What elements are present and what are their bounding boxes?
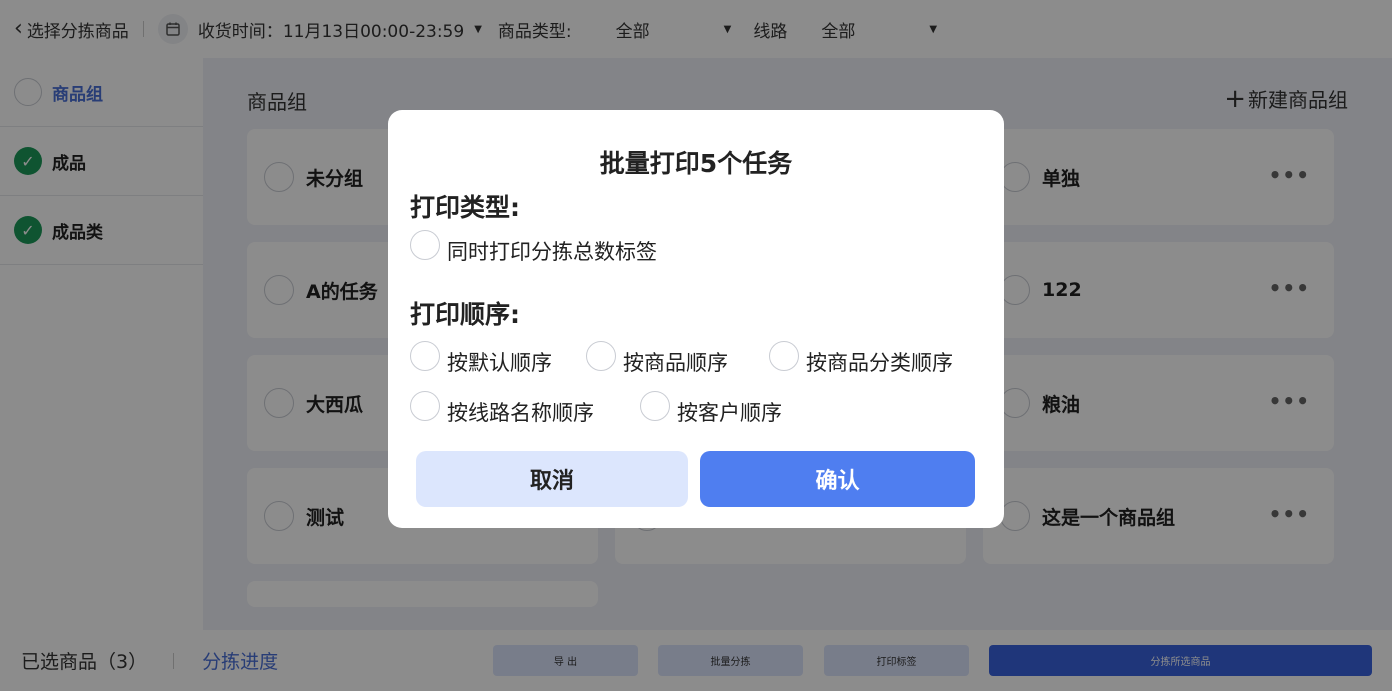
option-label: 同时打印分拣总数标签 [447, 240, 657, 264]
print-total-label-option[interactable]: 同时打印分拣总数标签 [410, 230, 657, 266]
radio-icon[interactable] [769, 341, 799, 371]
print-order-title: 打印顺序: [410, 300, 520, 329]
radio-icon[interactable] [410, 341, 440, 371]
option-label: 按默认顺序 [447, 351, 552, 375]
option-label: 按商品分类顺序 [806, 351, 953, 375]
order-category-option[interactable]: 按商品分类顺序 [769, 341, 953, 377]
cancel-button[interactable]: 取消 [416, 451, 688, 507]
option-label: 按客户顺序 [677, 401, 782, 425]
order-customer-option[interactable]: 按客户顺序 [640, 391, 782, 427]
print-type-title: 打印类型: [410, 193, 520, 222]
batch-print-dialog: 批量打印5个任务 打印类型: 同时打印分拣总数标签 打印顺序: 按默认顺序 按商… [388, 110, 1004, 528]
radio-icon[interactable] [410, 391, 440, 421]
radio-icon[interactable] [640, 391, 670, 421]
radio-icon[interactable] [410, 230, 440, 260]
dialog-title: 批量打印5个任务 [599, 149, 793, 178]
option-label: 按商品顺序 [623, 351, 728, 375]
radio-icon[interactable] [586, 341, 616, 371]
order-default-option[interactable]: 按默认顺序 [410, 341, 552, 377]
option-label: 按线路名称顺序 [447, 401, 594, 425]
confirm-button[interactable]: 确认 [700, 451, 975, 507]
order-route-option[interactable]: 按线路名称顺序 [410, 391, 594, 427]
order-product-option[interactable]: 按商品顺序 [586, 341, 728, 377]
